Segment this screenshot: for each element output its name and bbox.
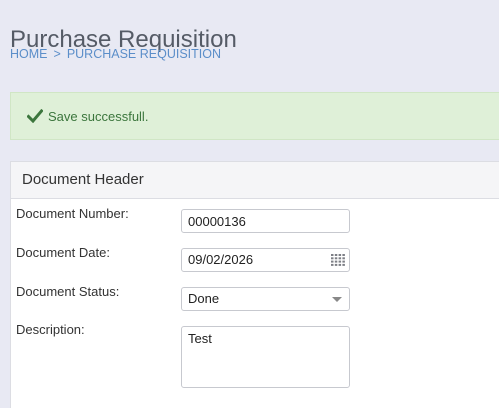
- check-icon: [27, 109, 43, 123]
- document-date-input[interactable]: 09/02/2026: [181, 248, 350, 272]
- breadcrumb-separator: >: [53, 47, 61, 61]
- calendar-icon[interactable]: [331, 254, 345, 266]
- breadcrumb: HOME > PURCHASE REQUISITION: [10, 46, 221, 62]
- panel-heading: Document Header: [11, 162, 499, 199]
- breadcrumb-home-link[interactable]: HOME: [10, 47, 48, 61]
- document-number-label: Document Number:: [16, 206, 129, 221]
- success-alert: Save successfull.: [10, 92, 499, 140]
- document-number-input[interactable]: [181, 209, 350, 233]
- description-textarea[interactable]: Test: [181, 326, 350, 388]
- panel-title: Document Header: [22, 171, 144, 188]
- document-status-value: Done: [188, 291, 220, 306]
- document-date-label: Document Date:: [16, 245, 110, 260]
- chevron-down-icon: [332, 297, 342, 302]
- description-label: Description:: [16, 322, 85, 337]
- breadcrumb-current-link[interactable]: PURCHASE REQUISITION: [67, 47, 221, 61]
- page: Purchase Requisition HOME > PURCHASE REQUI…: [0, 0, 499, 408]
- success-message: Save successfull.: [48, 109, 149, 124]
- document-date-value: 09/02/2026: [188, 252, 254, 267]
- document-status-select[interactable]: Done: [181, 287, 350, 311]
- document-header-panel: Document Header Document Number: Documen…: [10, 161, 499, 408]
- document-status-label: Document Status:: [16, 284, 120, 299]
